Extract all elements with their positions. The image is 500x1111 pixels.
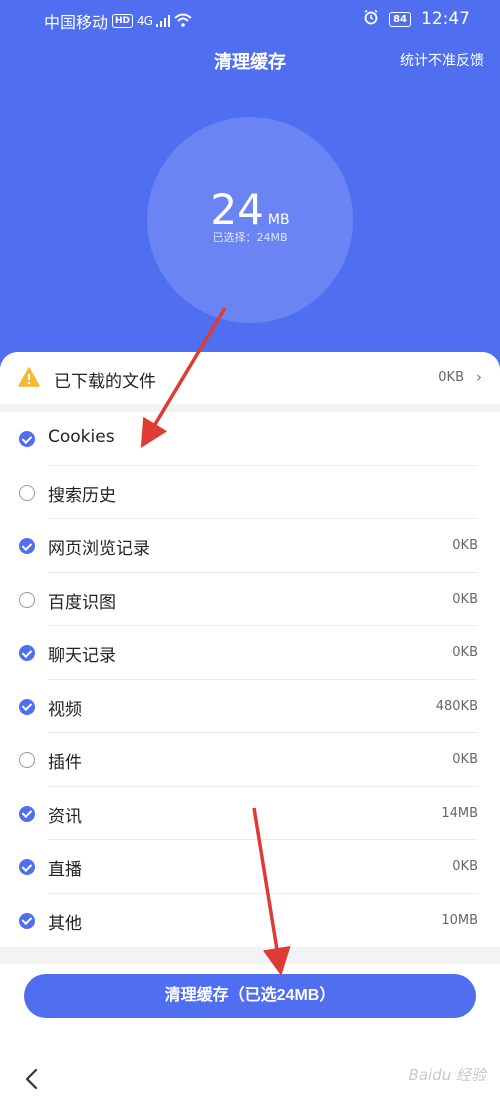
- annotation-arrows: [140, 307, 291, 976]
- arrow-to-clean-button: [252, 807, 291, 976]
- arrow-to-cookies: [140, 307, 227, 448]
